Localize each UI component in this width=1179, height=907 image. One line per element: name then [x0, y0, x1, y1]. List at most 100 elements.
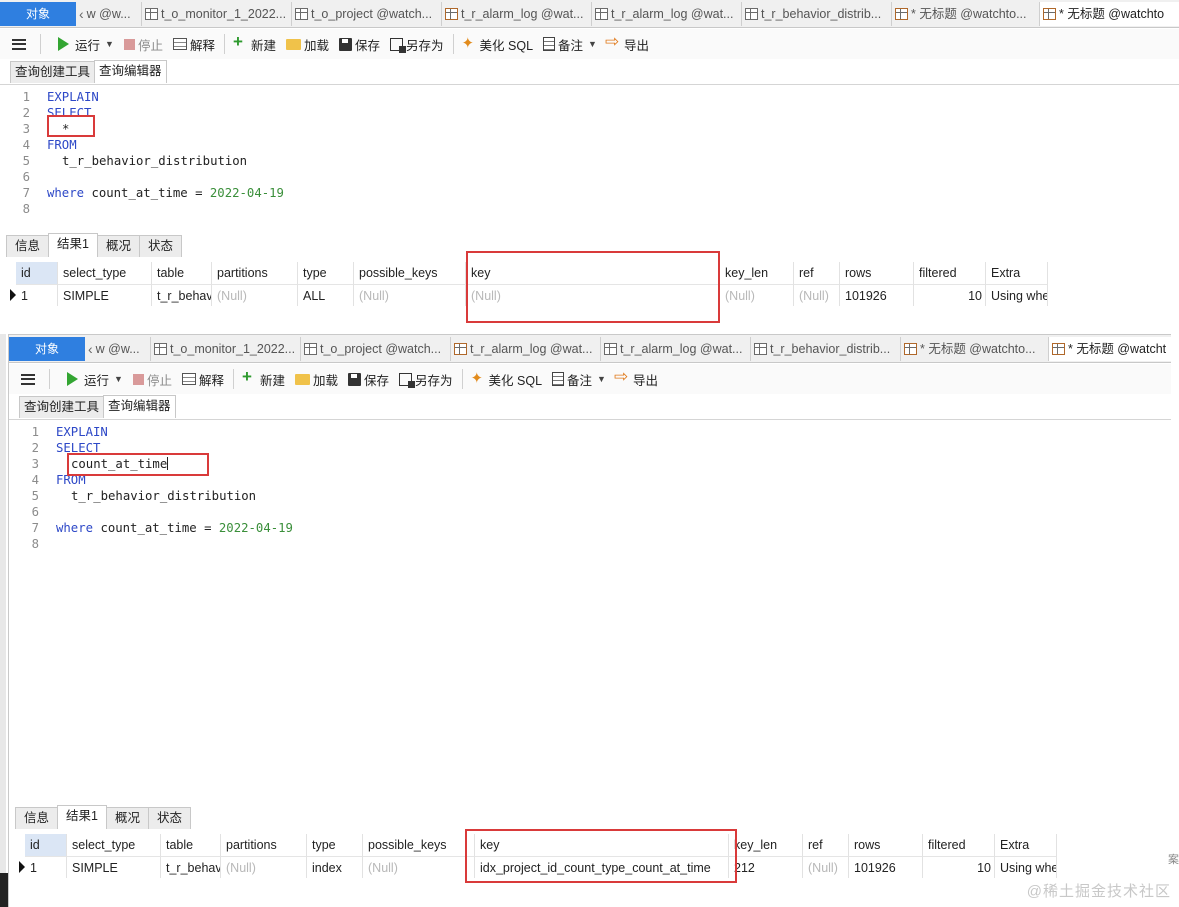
tab-back-window[interactable]: ‹ w @w...	[85, 337, 151, 361]
cell-table[interactable]: t_r_behavi	[161, 856, 221, 878]
stop-button[interactable]: 停止	[119, 32, 168, 56]
stop-button[interactable]: 停止	[128, 367, 177, 391]
note-button[interactable]: 备注 ▼	[538, 32, 602, 56]
cell-extra[interactable]: Using whe	[995, 856, 1057, 878]
tab-query-builder[interactable]: 查询创建工具	[10, 61, 96, 83]
tab-t-r-alarm-log-query[interactable]: t_r_alarm_log @wat...	[442, 2, 592, 26]
tab-untitled-1[interactable]: * 无标题 @watchto...	[901, 337, 1049, 361]
tab-profile[interactable]: 概况	[105, 807, 149, 829]
column-header-select-type[interactable]: select_type	[58, 262, 152, 284]
tab-status[interactable]: 状态	[147, 807, 191, 829]
cell-ref[interactable]: (Null)	[794, 284, 840, 306]
chevron-down-icon[interactable]: ▼	[588, 39, 597, 49]
cell-possible-keys[interactable]: (Null)	[354, 284, 466, 306]
cell-rows[interactable]: 101926	[840, 284, 914, 306]
tab-t-r-behavior-distribution[interactable]: t_r_behavior_distrib...	[751, 337, 901, 361]
cell-extra[interactable]: Using whe	[986, 284, 1048, 306]
cell-filtered[interactable]: 10	[914, 284, 986, 306]
new-button[interactable]: 新建	[238, 367, 290, 391]
save-as-button[interactable]: 另存为	[394, 367, 458, 391]
tab-t-r-alarm-log[interactable]: t_r_alarm_log @wat...	[601, 337, 751, 361]
sql-editor[interactable]: 1 EXPLAIN 2 SELECT 3 count_at_time 4 FROM 5 t…	[9, 419, 1171, 799]
sql-editor[interactable]: 1 EXPLAIN 2 SELECT 3 * 4 FROM 5 t_r_behavior_…	[0, 84, 1179, 228]
column-header-filtered[interactable]: filtered	[914, 262, 986, 284]
menu-icon[interactable]	[21, 373, 35, 385]
cell-key-len[interactable]: (Null)	[720, 284, 794, 306]
load-button[interactable]: 加载	[281, 32, 334, 56]
tab-info[interactable]: 信息	[6, 235, 50, 257]
cell-id[interactable]: 1	[25, 856, 67, 878]
explain-button[interactable]: 解释	[168, 32, 220, 56]
column-header-key-len[interactable]: key_len	[729, 834, 803, 856]
cell-id[interactable]: 1	[16, 284, 58, 306]
column-header-extra[interactable]: Extra	[995, 834, 1057, 856]
tab-info[interactable]: 信息	[15, 807, 59, 829]
cell-select-type[interactable]: SIMPLE	[67, 856, 161, 878]
save-button[interactable]: 保存	[343, 367, 394, 391]
tab-untitled-1[interactable]: * 无标题 @watchto...	[892, 2, 1040, 26]
tab-t-o-monitor[interactable]: t_o_monitor_1_2022...	[142, 2, 292, 26]
beautify-sql-button[interactable]: 美化 SQL	[467, 367, 548, 391]
tab-query-builder[interactable]: 查询创建工具	[19, 396, 105, 418]
cell-key[interactable]: idx_project_id_count_type_count_at_time	[475, 856, 729, 878]
column-header-extra[interactable]: Extra	[986, 262, 1048, 284]
tab-status[interactable]: 状态	[138, 235, 182, 257]
column-header-key-len[interactable]: key_len	[720, 262, 794, 284]
tab-t-o-project[interactable]: t_o_project @watch...	[292, 2, 442, 26]
column-header-id[interactable]: id	[16, 262, 58, 284]
export-button[interactable]: 导出	[602, 32, 654, 56]
save-button[interactable]: 保存	[334, 32, 385, 56]
object-tab[interactable]: 对象	[9, 337, 85, 361]
column-header-type[interactable]: type	[307, 834, 363, 856]
explain-button[interactable]: 解释	[177, 367, 229, 391]
cell-partitions[interactable]: (Null)	[221, 856, 307, 878]
cell-ref[interactable]: (Null)	[803, 856, 849, 878]
cell-key[interactable]: (Null)	[466, 284, 720, 306]
column-header-type[interactable]: type	[298, 262, 354, 284]
save-as-button[interactable]: 另存为	[385, 32, 449, 56]
cell-filtered[interactable]: 10	[923, 856, 995, 878]
tab-back-window[interactable]: ‹ w @w...	[76, 2, 142, 26]
column-header-rows[interactable]: rows	[840, 262, 914, 284]
tab-t-r-alarm-log[interactable]: t_r_alarm_log @wat...	[592, 2, 742, 26]
run-button[interactable]: 运行 ▼	[53, 32, 119, 56]
export-button[interactable]: 导出	[611, 367, 663, 391]
tab-t-r-alarm-log-query[interactable]: t_r_alarm_log @wat...	[451, 337, 601, 361]
cell-rows[interactable]: 101926	[849, 856, 923, 878]
cell-table[interactable]: t_r_behavi	[152, 284, 212, 306]
tab-result-1[interactable]: 结果1	[48, 233, 98, 257]
tab-query-editor[interactable]: 查询编辑器	[103, 395, 176, 418]
tab-untitled-active[interactable]: * 无标题 @watchto	[1040, 2, 1179, 26]
run-button[interactable]: 运行 ▼	[62, 367, 128, 391]
menu-icon[interactable]	[12, 38, 26, 50]
cell-type[interactable]: index	[307, 856, 363, 878]
object-tab[interactable]: 对象	[0, 2, 76, 26]
column-header-possible-keys[interactable]: possible_keys	[354, 262, 466, 284]
cell-key-len[interactable]: 212	[729, 856, 803, 878]
chevron-down-icon[interactable]: ▼	[114, 374, 123, 384]
column-header-table[interactable]: table	[152, 262, 212, 284]
column-header-rows[interactable]: rows	[849, 834, 923, 856]
column-header-table[interactable]: table	[161, 834, 221, 856]
cell-type[interactable]: ALL	[298, 284, 354, 306]
tab-profile[interactable]: 概况	[96, 235, 140, 257]
column-header-ref[interactable]: ref	[794, 262, 840, 284]
new-button[interactable]: 新建	[229, 32, 281, 56]
tab-t-r-behavior-distribution[interactable]: t_r_behavior_distrib...	[742, 2, 892, 26]
column-header-key[interactable]: key	[466, 262, 720, 284]
column-header-key[interactable]: key	[475, 834, 729, 856]
note-button[interactable]: 备注 ▼	[547, 367, 611, 391]
cell-partitions[interactable]: (Null)	[212, 284, 298, 306]
cell-possible-keys[interactable]: (Null)	[363, 856, 475, 878]
tab-untitled-active[interactable]: * 无标题 @watcht	[1049, 337, 1171, 361]
chevron-down-icon[interactable]: ▼	[105, 39, 114, 49]
beautify-sql-button[interactable]: 美化 SQL	[458, 32, 539, 56]
column-header-partitions[interactable]: partitions	[212, 262, 298, 284]
load-button[interactable]: 加载	[290, 367, 343, 391]
tab-t-o-monitor[interactable]: t_o_monitor_1_2022...	[151, 337, 301, 361]
tab-t-o-project[interactable]: t_o_project @watch...	[301, 337, 451, 361]
tab-result-1[interactable]: 结果1	[57, 805, 107, 829]
column-header-partitions[interactable]: partitions	[221, 834, 307, 856]
column-header-select-type[interactable]: select_type	[67, 834, 161, 856]
cell-select-type[interactable]: SIMPLE	[58, 284, 152, 306]
